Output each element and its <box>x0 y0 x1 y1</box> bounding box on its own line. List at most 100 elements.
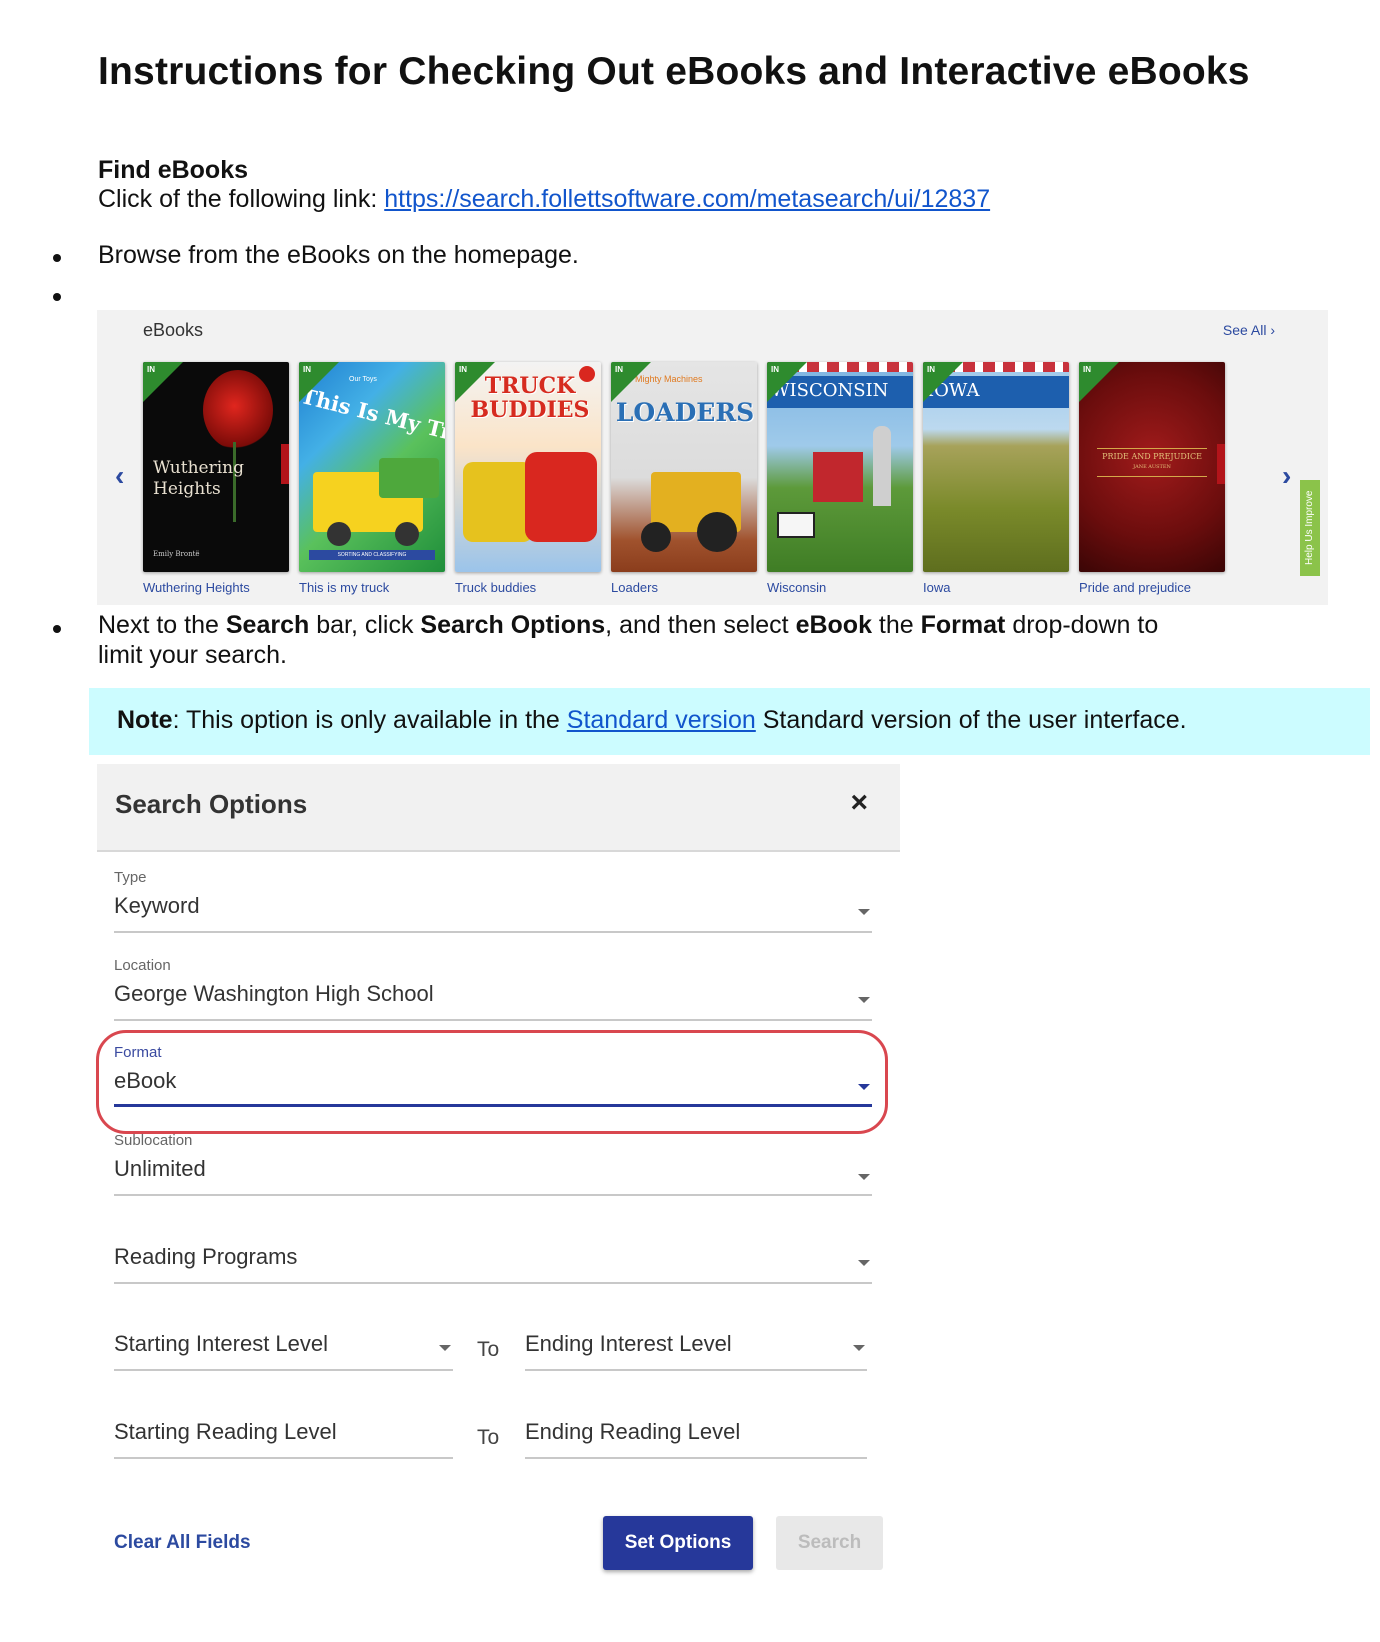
text-bold: eBook <box>795 611 872 639</box>
book-title-label[interactable]: Loaders <box>611 580 658 595</box>
chevron-down-icon <box>858 1260 870 1266</box>
ebooks-carousel: eBooks See All › ‹ › Help Us Improve Wut… <box>97 310 1328 605</box>
type-value: Keyword <box>114 893 200 918</box>
text: bar, click <box>309 611 421 639</box>
format-label: Format <box>114 1044 162 1061</box>
cover-strip: SORTING AND CLASSIFYING <box>309 550 435 560</box>
chevron-down-icon <box>439 1345 451 1351</box>
step-search-options: Next to the Search bar, click Search Opt… <box>98 610 1158 670</box>
see-all-link[interactable]: See All › <box>1223 322 1275 338</box>
field-underline <box>525 1457 867 1459</box>
number-badge <box>579 366 595 382</box>
standard-version-link[interactable]: Standard version <box>567 706 756 734</box>
carousel-prev-icon[interactable]: ‹ <box>115 460 124 492</box>
field-underline <box>114 1019 872 1021</box>
cover-title: PRIDE AND PREJUDICE <box>1102 452 1202 461</box>
book-title-label[interactable]: Pride and prejudice <box>1079 580 1191 595</box>
follett-search-link[interactable]: https://search.follettsoftware.com/metas… <box>384 185 990 213</box>
ending-reading-level-placeholder: Ending Reading Level <box>525 1419 741 1444</box>
field-underline <box>114 1457 453 1459</box>
book-title-label[interactable]: Truck buddies <box>455 580 536 595</box>
find-ebooks-heading: Find eBooks <box>98 156 249 184</box>
ending-interest-level-placeholder: Ending Interest Level <box>525 1331 732 1356</box>
text: Next to the <box>98 611 226 639</box>
sublocation-label: Sublocation <box>114 1132 193 1149</box>
starting-interest-level-dropdown[interactable]: Starting Interest Level <box>114 1331 453 1371</box>
cover-rule <box>1097 448 1207 449</box>
ending-interest-level-dropdown[interactable]: Ending Interest Level <box>525 1331 867 1371</box>
ending-reading-level-input[interactable]: Ending Reading Level <box>525 1419 867 1459</box>
book-title-label[interactable]: Iowa <box>923 580 950 595</box>
step-browse: Browse from the eBooks on the homepage. <box>98 241 579 269</box>
text: limit your search. <box>98 641 287 669</box>
wheel <box>395 522 419 546</box>
set-options-button[interactable]: Set Options <box>603 1516 753 1570</box>
wheel <box>327 522 351 546</box>
badge-text: IN <box>459 365 467 374</box>
bullet <box>53 625 61 633</box>
book-cover[interactable]: TRUCK BUDDIES IN <box>455 362 601 572</box>
search-button[interactable]: Search <box>776 1516 883 1570</box>
sublocation-dropdown[interactable]: Sublocation Unlimited <box>114 1132 872 1196</box>
badge-text: IN <box>927 365 935 374</box>
book-title-label[interactable]: Wuthering Heights <box>143 580 250 595</box>
carousel-next-icon[interactable]: › <box>1282 460 1291 492</box>
book-cover[interactable]: PRIDE AND PREJUDICE JANE AUSTEN IN <box>1079 362 1225 572</box>
text-bold: Search <box>225 611 310 639</box>
cover-series: Our Toys <box>349 376 377 383</box>
book-cover[interactable]: Our Toys This Is My Truck SORTING AND CL… <box>299 362 445 572</box>
book-title-label[interactable]: Wisconsin <box>767 580 826 595</box>
wheel <box>697 512 737 552</box>
sublocation-value: Unlimited <box>114 1156 206 1181</box>
text: Standard version of the user interface. <box>755 706 1187 734</box>
type-dropdown[interactable]: Type Keyword <box>114 869 872 933</box>
cover-tab <box>281 444 289 484</box>
book-cover[interactable]: Mighty Machines LOADERS IN <box>611 362 757 572</box>
barn <box>813 452 863 502</box>
location-dropdown[interactable]: Location George Washington High School <box>114 957 872 1021</box>
text-bold: Format <box>920 611 1006 639</box>
format-dropdown[interactable]: Format eBook <box>114 1044 872 1108</box>
book-cover[interactable]: WISCONSIN IN <box>767 362 913 572</box>
starting-reading-level-input[interactable]: Starting Reading Level <box>114 1419 453 1459</box>
red-truck <box>525 452 597 542</box>
to-label: To <box>477 1426 500 1449</box>
clear-all-fields-button[interactable]: Clear All Fields <box>114 1532 251 1554</box>
page-title: Instructions for Checking Out eBooks and… <box>98 50 1250 93</box>
search-options-title: Search Options <box>115 789 308 819</box>
field-underline-active <box>114 1104 872 1107</box>
reading-programs-dropdown[interactable]: Reading Programs <box>114 1244 872 1284</box>
book-cover[interactable]: Wuthering Heights Emily Brontë IN <box>143 362 289 572</box>
chevron-down-icon <box>858 1084 870 1090</box>
close-icon[interactable]: × <box>850 786 868 820</box>
starting-reading-level-placeholder: Starting Reading Level <box>114 1419 337 1444</box>
badge-text: IN <box>303 365 311 374</box>
wheel <box>641 522 671 552</box>
text-bold: Search Options <box>420 611 606 639</box>
to-label: To <box>477 1338 500 1361</box>
location-value: George Washington High School <box>114 981 434 1006</box>
field-underline <box>114 1194 872 1196</box>
format-value: eBook <box>114 1068 177 1093</box>
location-label: Location <box>114 957 171 974</box>
bullet <box>53 254 61 262</box>
cow <box>777 512 815 538</box>
book-title-label[interactable]: This is my truck <box>299 580 389 595</box>
cover-tab <box>1217 444 1225 484</box>
search-options-header: Search Options × <box>97 764 900 852</box>
rose-icon <box>203 370 273 450</box>
help-us-improve-tab[interactable]: Help Us Improve <box>1300 480 1320 576</box>
badge-text: IN <box>1083 365 1091 374</box>
note-text: Note: This option is only available in t… <box>117 706 1187 735</box>
book-cover[interactable]: IOWA IN <box>923 362 1069 572</box>
bullet <box>53 293 61 301</box>
chevron-down-icon <box>858 997 870 1003</box>
field-underline <box>114 1369 453 1371</box>
cover-title: Wuthering Heights <box>153 458 244 499</box>
cover-rule <box>1097 476 1207 477</box>
cover-author: Emily Brontë <box>153 550 200 558</box>
cover-title: LOADERS <box>615 398 755 427</box>
chevron-down-icon <box>858 1174 870 1180</box>
reading-programs-placeholder: Reading Programs <box>114 1244 298 1269</box>
badge-text: IN <box>771 365 779 374</box>
